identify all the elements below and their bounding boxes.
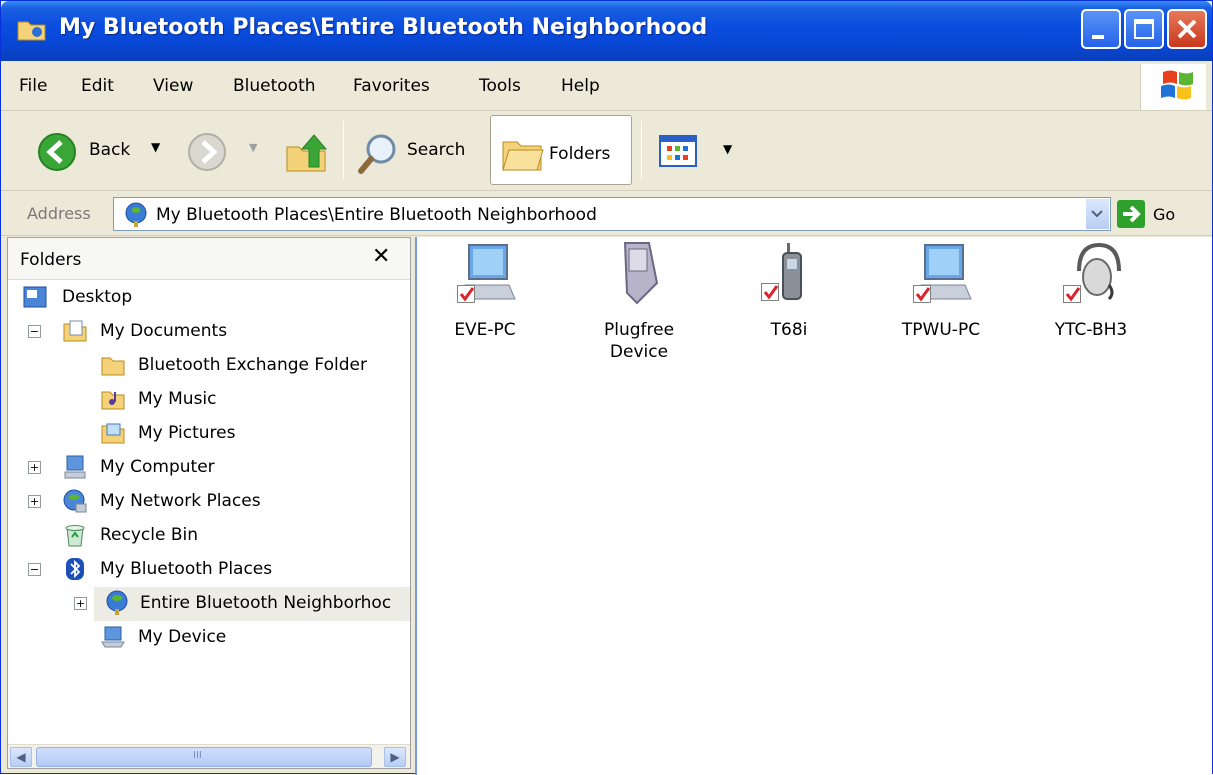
minimize-button[interactable] — [1081, 9, 1121, 49]
scroll-right-icon[interactable]: ▶ — [384, 747, 406, 767]
recycle-bin-icon — [65, 525, 85, 547]
toolbar: Back ▼ ▼ Search Folders ▼ — [1, 111, 1212, 191]
folders-icon — [502, 141, 544, 171]
expand-icon[interactable]: + — [28, 495, 41, 508]
folders-pane: Folders ✕ Desktop − My Documents Bluetoo… — [7, 237, 411, 769]
search-button[interactable]: Search — [407, 140, 465, 160]
checkmark-icon — [1063, 285, 1081, 303]
folders-button[interactable]: Folders — [490, 115, 632, 185]
minimize-icon — [1092, 35, 1104, 39]
maximize-icon — [1134, 19, 1154, 39]
tree-item-my-network-places[interactable]: + My Network Places — [8, 485, 410, 519]
window-title: My Bluetooth Places\Entire Bluetooth Nei… — [59, 15, 708, 40]
address-field[interactable]: My Bluetooth Places\Entire Bluetooth Nei… — [113, 197, 1111, 231]
scroll-thumb[interactable]: III — [36, 747, 372, 767]
scroll-left-icon[interactable]: ◀ — [10, 747, 32, 767]
network-places-icon — [63, 489, 87, 513]
checkmark-icon — [913, 285, 931, 303]
tree-item-entire-bluetooth-neighborhood[interactable]: Entire Bluetooth Neighborhoc — [94, 587, 410, 621]
menu-bluetooth[interactable]: Bluetooth — [233, 76, 316, 96]
folders-pane-header: Folders ✕ — [8, 238, 410, 280]
checkmark-icon — [457, 285, 475, 303]
views-icon[interactable] — [659, 135, 697, 167]
tree-item-my-documents[interactable]: − My Documents — [8, 315, 410, 349]
device-item-eve-pc[interactable]: EVE-PC — [425, 241, 545, 371]
address-label: Address — [27, 204, 91, 223]
bluetooth-icon — [66, 558, 84, 580]
device-name: T68i — [770, 320, 808, 340]
menu-help[interactable]: Help — [561, 76, 600, 96]
address-dropdown-button[interactable] — [1085, 199, 1109, 229]
expand-icon[interactable]: + — [28, 461, 41, 474]
close-icon — [1177, 19, 1197, 39]
collapse-icon[interactable]: − — [28, 325, 41, 338]
windows-logo — [1140, 64, 1206, 110]
back-dropdown-icon[interactable]: ▼ — [151, 140, 160, 154]
checkmark-icon — [761, 283, 779, 301]
device-name: EVE-PC — [454, 320, 516, 340]
tree-item-desktop[interactable]: Desktop — [8, 281, 410, 315]
device-name: YTC-BH3 — [1054, 320, 1128, 340]
scroll-grip: III — [193, 750, 202, 761]
device-name: Plugfree Device — [603, 320, 675, 362]
search-icon[interactable] — [357, 131, 401, 175]
maximize-button[interactable] — [1124, 9, 1164, 49]
address-value: My Bluetooth Places\Entire Bluetooth Nei… — [156, 205, 597, 225]
tree-item-my-bluetooth-places[interactable]: − My Bluetooth Places — [8, 553, 410, 587]
my-computer-icon — [64, 455, 86, 479]
device-list: EVE-PC Plugfree Device T68i TPWU-PC YTC-… — [415, 237, 1212, 775]
toolbar-separator — [343, 121, 344, 179]
menu-view[interactable]: View — [153, 76, 193, 96]
tree-item-recycle-bin[interactable]: Recycle Bin — [8, 519, 410, 553]
close-button[interactable] — [1167, 9, 1207, 49]
collapse-icon[interactable]: − — [28, 563, 41, 576]
my-music-icon — [101, 391, 125, 410]
go-arrow-icon[interactable] — [1117, 200, 1145, 228]
folders-pane-close-icon[interactable]: ✕ — [372, 244, 390, 269]
menu-edit[interactable]: Edit — [81, 76, 114, 96]
tree-item-my-device[interactable]: My Device — [8, 621, 410, 655]
back-icon[interactable] — [37, 132, 77, 172]
horizontal-scrollbar[interactable]: ◀ III ▶ — [8, 744, 410, 768]
explorer-window: My Bluetooth Places\Entire Bluetooth Nei… — [0, 0, 1213, 775]
title-bar[interactable]: My Bluetooth Places\Entire Bluetooth Nei… — [1, 1, 1212, 61]
folder-icon — [101, 357, 125, 376]
tree-item-bluetooth-exchange-folder[interactable]: Bluetooth Exchange Folder — [8, 349, 410, 383]
menu-favorites[interactable]: Favorites — [353, 76, 430, 96]
desktop-icon — [23, 286, 47, 308]
device-name: TPWU-PC — [901, 320, 981, 340]
bluetooth-neighborhood-icon — [106, 590, 128, 615]
toolbar-separator — [641, 121, 642, 179]
back-button[interactable]: Back — [89, 140, 130, 160]
menu-tools[interactable]: Tools — [479, 76, 521, 96]
folders-button-label: Folders — [549, 144, 611, 164]
tree-item-my-music[interactable]: My Music — [8, 383, 410, 417]
forward-icon[interactable] — [187, 132, 227, 172]
device-item-t68i[interactable]: T68i — [729, 241, 849, 371]
go-button[interactable]: Go — [1153, 205, 1175, 224]
bluetooth-neighborhood-icon — [125, 202, 147, 227]
my-device-icon — [101, 626, 125, 648]
address-bar: Address My Bluetooth Places\Entire Bluet… — [1, 192, 1212, 236]
views-dropdown-icon[interactable]: ▼ — [723, 142, 732, 156]
up-folder-icon[interactable] — [285, 133, 329, 173]
my-documents-icon — [63, 320, 87, 342]
forward-dropdown-icon[interactable]: ▼ — [249, 141, 257, 154]
folders-pane-title: Folders — [20, 250, 82, 270]
folder-icon — [17, 21, 46, 41]
menu-bar: File Edit View Bluetooth Favorites Tools… — [1, 61, 1212, 111]
tree-item-my-pictures[interactable]: My Pictures — [8, 417, 410, 451]
chevron-down-icon — [1091, 210, 1103, 218]
device-item-plugfree-device[interactable]: Plugfree Device — [579, 241, 699, 371]
pda-icon — [623, 242, 659, 305]
folder-tree: Desktop − My Documents Bluetooth Exchang… — [8, 281, 410, 741]
my-pictures-icon — [101, 423, 125, 444]
tree-item-my-computer[interactable]: + My Computer — [8, 451, 410, 485]
expand-icon[interactable]: + — [74, 597, 87, 610]
menu-file[interactable]: File — [19, 76, 47, 96]
device-item-tpwu-pc[interactable]: TPWU-PC — [881, 241, 1001, 371]
device-item-ytc-bh3[interactable]: YTC-BH3 — [1031, 241, 1151, 371]
